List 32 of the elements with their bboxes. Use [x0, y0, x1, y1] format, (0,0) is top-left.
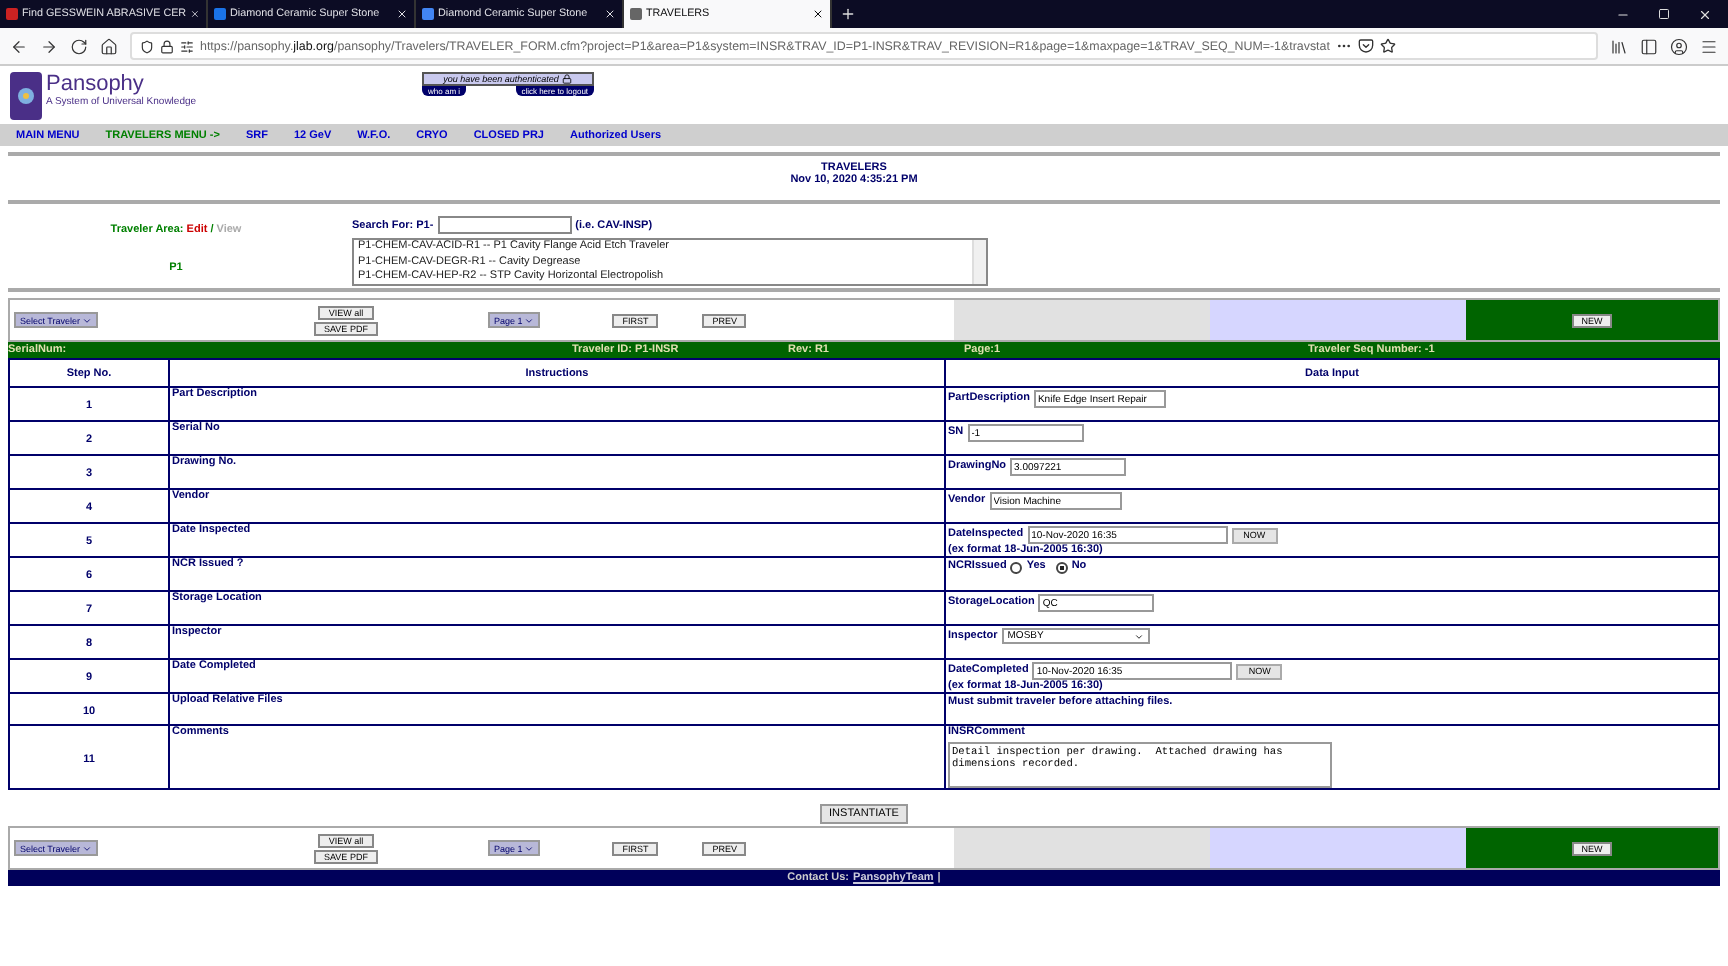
logo-title: Pansophy — [46, 72, 146, 96]
caret-icon — [524, 843, 535, 853]
scrollbar[interactable] — [972, 240, 986, 284]
close-icon[interactable] — [812, 8, 824, 20]
menu-icon[interactable] — [1700, 37, 1718, 55]
star-icon[interactable] — [1379, 38, 1396, 54]
caret-icon — [82, 315, 93, 325]
pocket-icon[interactable] — [1357, 38, 1374, 54]
forward-icon[interactable] — [40, 37, 58, 55]
sliders-icon — [180, 39, 194, 53]
library-icon[interactable] — [1610, 37, 1628, 55]
lock-icon — [160, 39, 174, 53]
search-field[interactable] — [437, 216, 572, 234]
favicon-icon — [214, 8, 226, 20]
maximize-icon[interactable] — [1658, 8, 1670, 20]
favicon-icon — [6, 8, 18, 20]
caret-icon — [524, 315, 535, 325]
radio-button[interactable] — [1010, 561, 1023, 573]
sidebar-icon[interactable] — [1640, 37, 1658, 55]
account-icon[interactable] — [1670, 37, 1688, 55]
shield-icon — [140, 39, 154, 53]
favicon-icon — [422, 8, 434, 20]
back-icon[interactable] — [10, 37, 28, 55]
caret-icon — [82, 843, 93, 853]
lock-icon — [562, 74, 573, 84]
caret-icon — [1133, 631, 1144, 641]
logo-icon — [10, 72, 42, 120]
radio-button[interactable] — [1055, 561, 1068, 573]
new-tab-icon[interactable] — [840, 6, 856, 22]
home-icon[interactable] — [100, 37, 118, 55]
reload-icon[interactable] — [70, 37, 88, 55]
favicon-icon — [630, 8, 642, 20]
